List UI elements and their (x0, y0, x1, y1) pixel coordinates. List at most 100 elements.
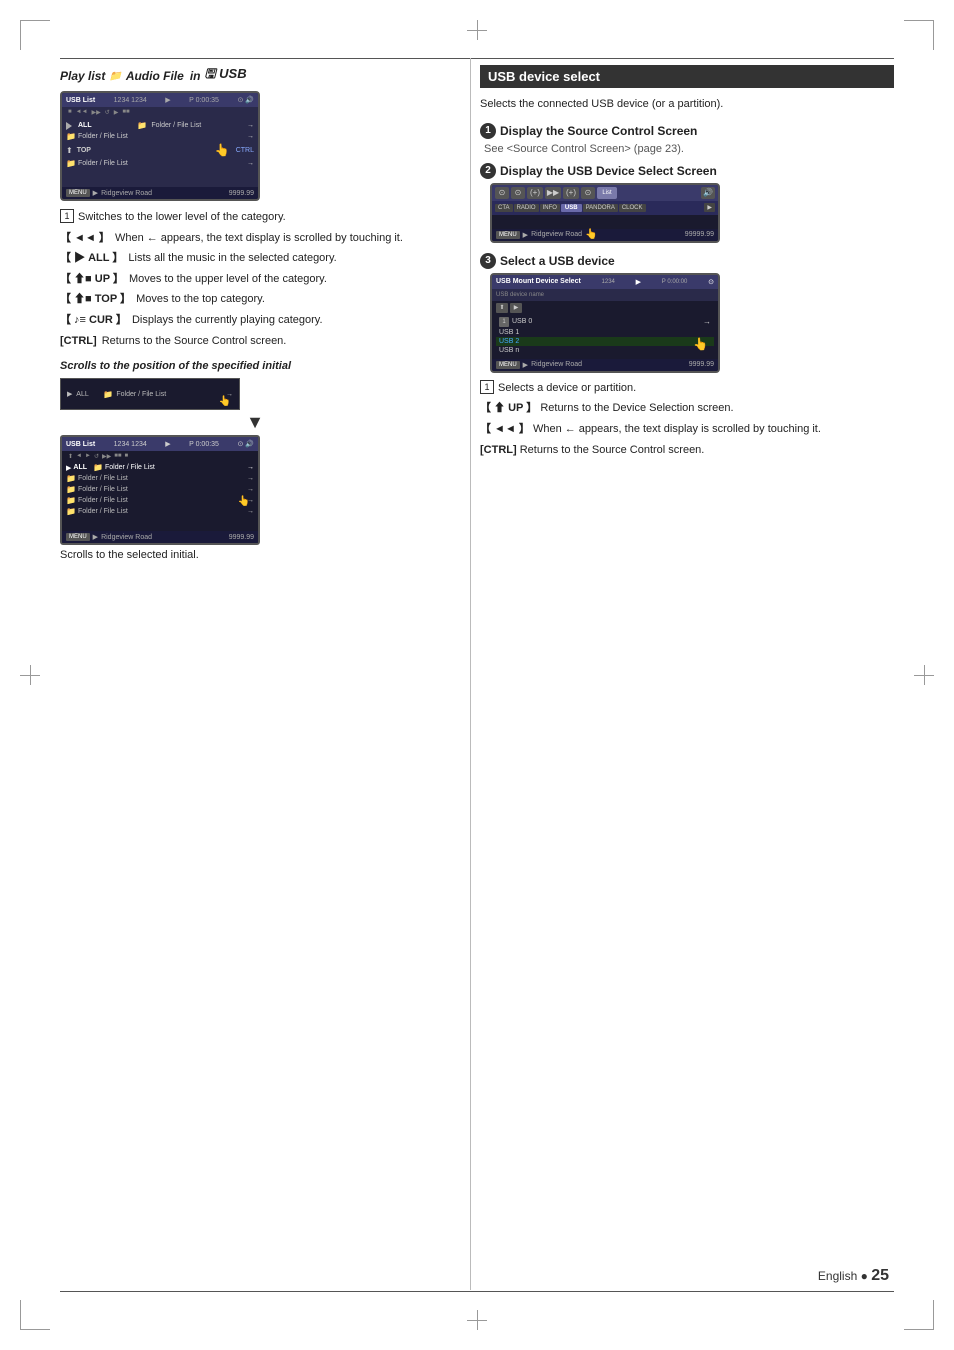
usb-source-row: CTA RADIO INFO USB PANDORA CLOCK ▶ (492, 201, 718, 215)
usb-dev-label: USB device name (496, 292, 544, 298)
screen-controls-row: ■◄◄▶▶↺▶■■ (68, 109, 252, 116)
center-cross-top (467, 20, 487, 40)
arrow-usb-0: → (703, 317, 711, 326)
screen-inner: USB List 1234 1234 ▶ P 0:00:35 ⊙ 🔊 ■◄◄▶▶… (62, 93, 258, 199)
usb-device-screen: USB Mount Device Select 1234 ▶ P 0:00:00… (490, 273, 720, 373)
corner-mark-tr (904, 20, 934, 50)
usb-dev-time: P 0:00:00 (662, 279, 688, 285)
usb-item-label-n: USB n (499, 347, 519, 354)
folder-icon-s1: 📁 (93, 463, 103, 472)
nav-icon: ▶ (93, 189, 98, 197)
btn-info: INFO (540, 204, 560, 212)
bracket-back: 【 ◄◄ 】 (60, 230, 110, 248)
bracket-all: 【 ▶ ALL 】 (60, 250, 123, 268)
center-cross-right (914, 665, 934, 685)
usb-item-n: USB n (496, 346, 714, 355)
scrolled-controls: ⬆◄►↺▶▶■■■ (62, 451, 258, 462)
menu-btn-r3: MENU (496, 361, 520, 369)
language-label: English (818, 1269, 857, 1283)
usb-item-1: USB 1 (496, 328, 714, 337)
screen-row-all: ALL 📁 Folder / File List → (62, 120, 258, 131)
arrow-s3: → (247, 486, 254, 493)
scrolled-row-f3: 📁 Folder / File List → (62, 484, 258, 495)
step-1-desc: See <Source Control Screen> (page 23). (480, 143, 894, 155)
r-desc-up: 【 ⬆ UP 】 Returns to the Device Selection… (480, 399, 894, 418)
arrow-s2: → (247, 475, 254, 482)
small-screen-label: ▶ ALL (67, 390, 100, 398)
desc-text-cur: Displays the currently playing category. (129, 312, 323, 330)
screen-arrow: ▶ (165, 96, 170, 104)
step-3-title: Select a USB device (500, 254, 615, 268)
scrolled-topbar: USB List 1234 1234 ▶ P 0:00:35 ⊙ 🔊 (62, 437, 258, 451)
arrow-s1: → (247, 464, 254, 471)
play-icon-s: ▶ (66, 464, 71, 472)
section-header: USB device select (480, 65, 894, 88)
folder-name-1: Folder / File List (78, 133, 128, 140)
desc-text-ctrl: Returns to the Source Control screen. (99, 333, 287, 351)
playlist-label: Play list (60, 69, 105, 83)
desc-text-1: Switches to the lower level of the categ… (78, 209, 286, 227)
scrolled-row-f5: 📁 Folder / File List → (62, 506, 258, 517)
hand-small: 👆 (219, 396, 231, 407)
bracket-ctrl: [CTRL] (60, 333, 97, 351)
r-desc-text-1: Selects a device or partition. (498, 379, 636, 398)
r-desc-ctrl: [CTRL] Returns to the Source Control scr… (480, 441, 894, 460)
folder-icon-s3: 📁 (66, 485, 76, 494)
step-num-1: 1 (60, 209, 74, 223)
r-desc-back-text: When ← appears, the text display is scro… (530, 420, 821, 439)
screen-separator: ■◄◄▶▶↺▶■■ (62, 107, 258, 120)
bracket-cur: 【 ♪≡ CUR 】 (60, 312, 127, 330)
btn-play-row2: ▶ (704, 203, 715, 212)
r-bracket-up: 【 ⬆ UP 】 (480, 399, 537, 418)
r-desc-1: 1 Selects a device or partition. (480, 379, 894, 398)
folder-icon-s2: 📁 (66, 474, 76, 483)
bracket-top: 【 ⬆■ TOP 】 (60, 291, 131, 309)
usb-item-label-0: USB 0 (512, 318, 532, 325)
step-2-block: 2 Display the USB Device Select Screen ⊙… (480, 163, 894, 243)
station-r3: Ridgeview Road (531, 361, 582, 368)
btn-clock: CLOCK (619, 204, 646, 212)
st-arrow: ▶ (165, 440, 170, 448)
audio-file-label: Audio File (126, 69, 184, 83)
usb-num-icon: 1 (499, 317, 509, 327)
scrolls-section: Scrolls to the position of the specified… (60, 360, 450, 561)
folder-icon-row: 📁 (137, 121, 147, 130)
hand-scrolled: 👆 (238, 496, 250, 507)
nav-icon-s: ▶ (93, 533, 98, 541)
usb-item-label-2: USB 2 (499, 338, 519, 345)
step-1-title: Display the Source Control Screen (500, 124, 697, 138)
hand-usb: 👆 (693, 337, 708, 351)
desc-text-top: Moves to the top category. (133, 291, 265, 309)
usb-dev-list: ⬆ ▶ 1 USB 0 → USB 1 USB 2 👆 USB n (492, 301, 718, 356)
folder-name-s1: Folder / File List (105, 464, 155, 471)
desc-item-all: 【 ▶ ALL 】 Lists all the music in the sel… (60, 250, 450, 268)
scrolled-screen: USB List 1234 1234 ▶ P 0:00:35 ⊙ 🔊 ⬆◄►↺▶… (60, 435, 260, 545)
usb-icons-row: ⊙ ⊙ (+) ▶▶ (+) ⊙ List 🔊 (492, 185, 718, 201)
description-list: 1 Switches to the lower level of the cat… (60, 209, 450, 350)
btn-circle1: ⊙ (495, 187, 509, 199)
folder-name-s4: Folder / File List (78, 497, 128, 504)
screen-time: P 0:00:35 (189, 97, 219, 104)
hand-r2: 👆 (585, 229, 597, 240)
top-divider (60, 58, 894, 59)
step-3-header: 3 Select a USB device (480, 253, 894, 269)
screen-topbar: USB List 1234 1234 ▶ P 0:00:35 ⊙ 🔊 (62, 93, 258, 107)
top-label: TOP (77, 147, 91, 154)
usb-dev-title: USB Mount Device Select (496, 278, 581, 285)
step-3-circle: 3 (480, 253, 496, 269)
arrow-s5: → (247, 508, 254, 515)
folder-name-2: Folder / File List (78, 160, 128, 167)
usb-item-0: 1 USB 0 → (496, 316, 714, 328)
usb-label-header: 🖫 USB (204, 65, 246, 87)
r-desc-ctrl-text: Returns to the Source Control screen. (517, 441, 705, 460)
bottom-divider (60, 1291, 894, 1292)
desc-item-ctrl: [CTRL] Returns to the Source Control scr… (60, 333, 450, 351)
btn-radio: RADIO (514, 204, 539, 212)
screen-row-top: ⬆ TOP 👆 CTRL (62, 142, 258, 158)
screen-usb-list-label: USB List (66, 97, 95, 104)
step-3-block: 3 Select a USB device USB Mount Device S… (480, 253, 894, 460)
desc-item-top: 【 ⬆■ TOP 】 Moves to the top category. (60, 291, 450, 309)
usb-dev-arrow: ▶ (636, 278, 641, 286)
scrolls-title: Scrolls to the position of the specified… (60, 360, 450, 372)
corner-mark-tl (20, 20, 50, 50)
